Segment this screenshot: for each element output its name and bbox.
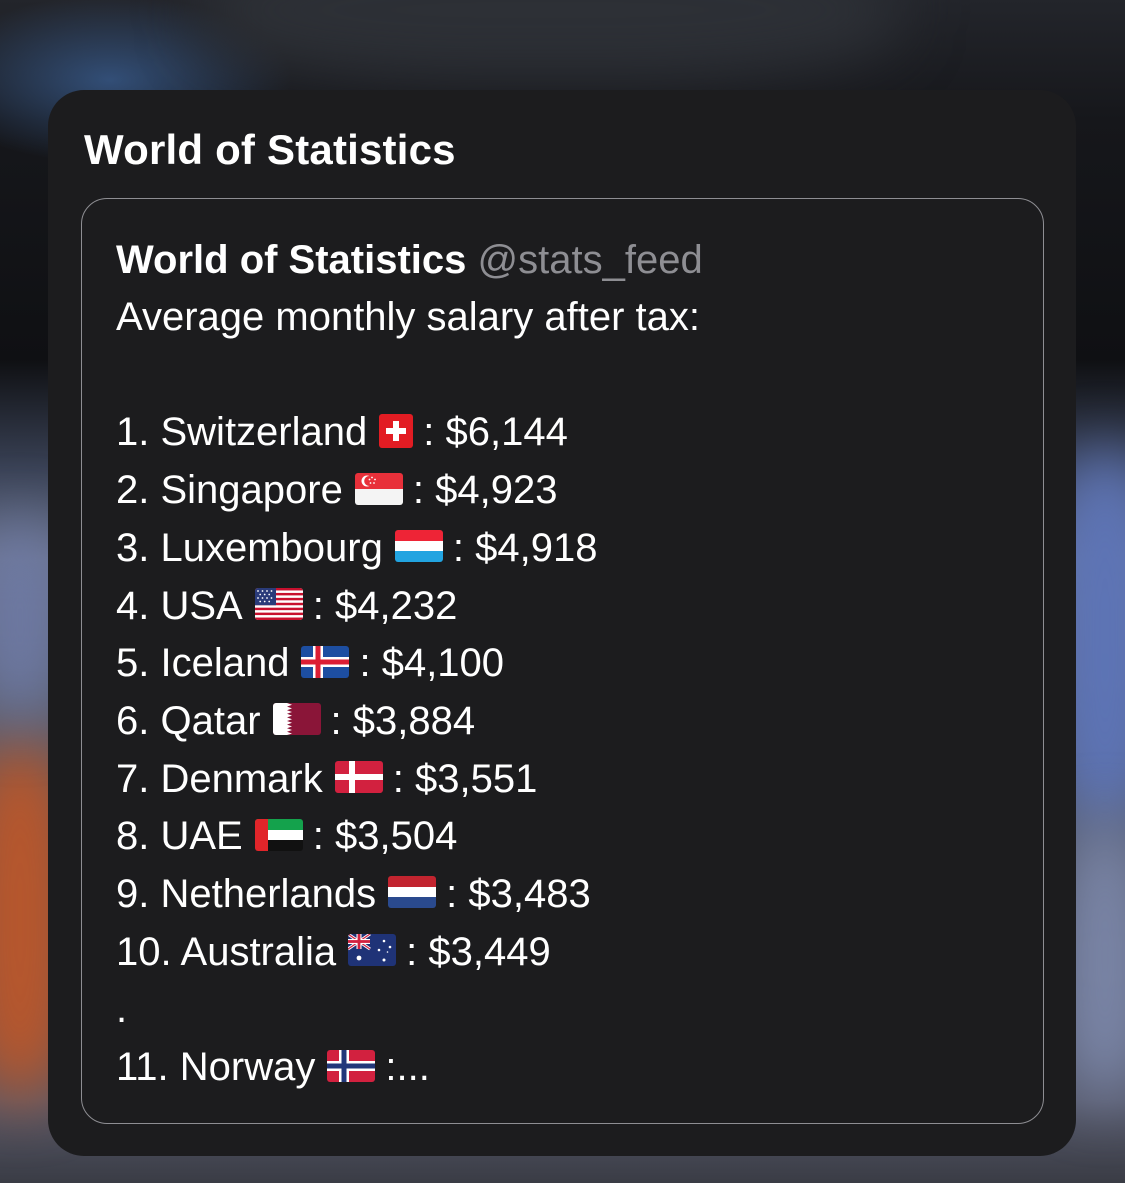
value-text: $3,483 <box>468 872 591 917</box>
value-separator: : <box>312 814 335 859</box>
author-handle[interactable]: @stats_feed <box>478 238 703 282</box>
country-name: Luxembourg <box>160 525 383 570</box>
rank: 5. <box>116 641 150 686</box>
uae-flag-icon <box>254 818 303 851</box>
value-text: $4,100 <box>381 641 505 686</box>
rank: 2. <box>116 468 150 513</box>
value-text: $3,449 <box>428 929 551 974</box>
list-item-qatar: 6. Qatar: $3,884 <box>116 693 1013 751</box>
norway-flag-icon <box>327 1049 376 1082</box>
rank: 8. <box>116 814 150 859</box>
rank: 4. <box>116 583 150 628</box>
country-name: Australia <box>180 929 337 974</box>
tweet-header: World of Statistics @stats_feed <box>116 231 1013 289</box>
value-text: $6,144 <box>445 410 568 455</box>
netherlands-flag-icon <box>388 876 437 909</box>
tweet-preview[interactable]: World of Statistics @stats_feed Average … <box>81 198 1044 1124</box>
tweet-intro: Average monthly salary after tax: <box>116 295 700 339</box>
value-separator: : <box>392 756 415 801</box>
rank: 7. <box>116 756 150 801</box>
value-text: $3,551 <box>414 756 538 801</box>
iceland-flag-icon <box>301 645 350 678</box>
rank: 11. <box>116 1045 169 1090</box>
country-name: Norway <box>179 1045 316 1090</box>
usa-flag-icon <box>254 587 303 620</box>
country-name: Singapore <box>160 468 343 513</box>
list-item-usa: 4. USA: $4,232 <box>116 578 1013 636</box>
list-item-denmark: 7. Denmark: $3,551 <box>116 751 1013 809</box>
rank: 1. <box>116 410 150 455</box>
rank: 3. <box>116 525 150 570</box>
list-item-switzerland: 1. Switzerland: $6,144 <box>116 404 1013 462</box>
list-item-netherlands: 9. Netherlands: $3,483 <box>116 866 1013 924</box>
country-name: Switzerland <box>160 410 368 455</box>
value-separator: : <box>406 929 429 974</box>
qatar-flag-icon <box>272 703 321 736</box>
value-text: $4,232 <box>334 583 458 628</box>
list-item-luxembourg: 3. Luxembourg: $4,918 <box>116 520 1013 578</box>
country-name: USA <box>160 583 243 628</box>
country-name: Denmark <box>160 756 323 801</box>
country-name: Iceland <box>160 641 290 686</box>
country-name: Netherlands <box>160 872 377 917</box>
switzerland-flag-icon <box>379 413 414 448</box>
value-text: $4,923 <box>435 468 558 513</box>
australia-flag-icon <box>348 934 397 967</box>
value-separator: : <box>330 698 353 743</box>
country-name: Qatar <box>160 698 261 743</box>
country-name: UAE <box>160 814 243 859</box>
singapore-flag-icon <box>354 472 403 505</box>
list-item-iceland: 5. Iceland: $4,100 <box>116 635 1013 693</box>
separator-dot: . <box>116 987 128 1032</box>
value-separator: : <box>359 641 382 686</box>
card-title: World of Statistics <box>84 126 456 173</box>
value-separator: : <box>312 583 335 628</box>
denmark-flag-icon <box>334 761 383 794</box>
value-separator: : <box>446 872 469 917</box>
value-separator: : <box>452 525 476 570</box>
salary-list: 1. Switzerland: $6,144 2. Singapore: $4,9… <box>116 404 1013 981</box>
context-menu-preview-card[interactable]: World of Statistics World of Statistics … <box>48 90 1076 1156</box>
list-item-uae: 8. UAE: $3,504 <box>116 808 1013 866</box>
rank: 10. <box>116 929 172 974</box>
background-blur-dark <box>200 0 900 80</box>
value-separator: : <box>412 468 436 513</box>
value-text: $3,884 <box>352 698 476 743</box>
rank: 9. <box>116 872 150 917</box>
value-text: :... <box>385 1045 430 1090</box>
tweet-content: World of Statistics @stats_feed Average … <box>116 231 1013 1097</box>
value-separator: : <box>423 410 446 455</box>
luxembourg-flag-icon <box>394 530 443 563</box>
rank: 6. <box>116 698 150 743</box>
value-text: $3,504 <box>334 814 458 859</box>
list-item-singapore: 2. Singapore: $4,923 <box>116 462 1013 520</box>
value-text: $4,918 <box>475 525 598 570</box>
list-item-norway: 11. Norway:... <box>116 1039 1013 1097</box>
author-name[interactable]: World of Statistics <box>116 238 466 282</box>
list-item-australia: 10. Australia: $3,449 <box>116 924 1013 982</box>
